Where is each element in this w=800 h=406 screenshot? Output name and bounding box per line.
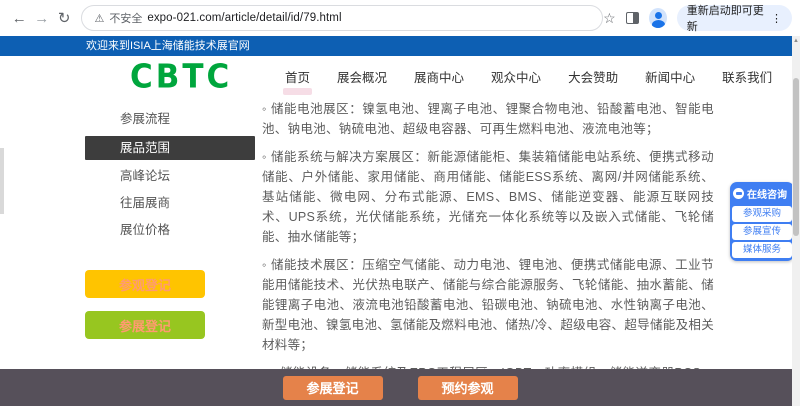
chat-bubble-icon — [733, 188, 744, 199]
menu-kebab-icon[interactable]: ⋮ — [771, 12, 782, 25]
online-consult-title: 在线咨询 — [747, 186, 787, 201]
sidebar-item-booth-price[interactable]: 展位价格 — [85, 217, 255, 244]
url-text[interactable]: expo-021.com/article/detail/id/79.html — [147, 12, 341, 24]
footer-visit-booking-button[interactable]: 预约参观 — [418, 376, 518, 400]
paragraph-battery-zone: ◦ 储能电池展区：镍氢电池、锂离子电池、锂聚合物电池、铅酸蓄电池、智能电池、钠电… — [262, 99, 714, 139]
nav-item-contact[interactable]: 联系我们 — [722, 67, 772, 86]
cbtc-logo[interactable]: CBTC — [130, 58, 232, 96]
sidebar-item-past-exhibitors[interactable]: 往届展商 — [85, 190, 255, 217]
chat-item-media-service[interactable]: 媒体服务 — [732, 242, 792, 258]
footer-exhibitor-register-button[interactable]: 参展登记 — [283, 376, 383, 400]
welcome-bar: 欢迎来到ISIA上海储能技术展官网 — [0, 36, 800, 56]
page-footer: 参展登记 预约参观 — [0, 369, 800, 406]
paragraph-systems-zone: ◦ 储能系统与解决方案展区：新能源储能柜、集装箱储能电站系统、便携式移动储能、户… — [262, 147, 714, 247]
nav-item-home[interactable]: 首页 — [285, 67, 310, 86]
not-secure-label: 不安全 — [109, 10, 142, 26]
page: ← → ↻ ⚠ 不安全 expo-021.com/article/detail/… — [0, 0, 800, 406]
sidebar-item-exhibit-scope[interactable]: 展品范围 — [85, 136, 255, 160]
bookmark-star-icon[interactable]: ☆ — [603, 10, 616, 27]
update-pill-label: 重新启动即可更新 — [687, 2, 765, 34]
chat-item-visit-procurement[interactable]: 参观采购 — [732, 206, 792, 222]
back-icon[interactable]: ← — [8, 6, 30, 30]
nav-item-sponsorship[interactable]: 大会赞助 — [568, 67, 618, 86]
sidebar: 参展流程 展品范围 高峰论坛 往届展商 展位价格 参观登记 参展登记 — [85, 106, 255, 244]
exhibitor-register-button[interactable]: 参展登记 — [85, 311, 205, 339]
nav-item-overview[interactable]: 展会概况 — [337, 67, 387, 86]
left-dock-widget[interactable] — [0, 148, 4, 214]
url-bar[interactable]: ⚠ 不安全 expo-021.com/article/detail/id/79.… — [81, 5, 603, 31]
online-consult-widget: 在线咨询 参观采购 参展宣传 媒体服务 — [730, 182, 794, 261]
visitor-register-button[interactable]: 参观登记 — [85, 270, 205, 298]
site-header: CBTC 首页 展会概况 展商中心 观众中心 大会赞助 新闻中心 联系我们 — [0, 56, 800, 96]
not-secure-warning-icon: ⚠ — [94, 12, 104, 25]
page-scrollbar[interactable]: ▲ — [792, 36, 800, 406]
profile-avatar[interactable] — [649, 8, 667, 28]
update-pill[interactable]: 重新启动即可更新 ⋮ — [677, 5, 792, 31]
scrollbar-up-arrow[interactable]: ▲ — [792, 36, 800, 46]
sidebar-item-summit-forum[interactable]: 高峰论坛 — [85, 163, 255, 190]
nav-item-visitor-center[interactable]: 观众中心 — [491, 67, 541, 86]
forward-icon[interactable]: → — [30, 6, 52, 30]
scrollbar-thumb[interactable] — [793, 78, 799, 236]
exhibit-scope-content: ◦ 储能电池展区：镍氢电池、锂离子电池、锂聚合物电池、铅酸蓄电池、智能电池、钠电… — [262, 99, 714, 406]
browser-chrome: ← → ↻ ⚠ 不安全 expo-021.com/article/detail/… — [0, 0, 800, 36]
sidebar-item-exhibit-process[interactable]: 参展流程 — [85, 106, 255, 133]
paragraph-technology-zone: ◦ 储能技术展区：压缩空气储能、动力电池、锂电池、便携式储能电源、工业节能用储能… — [262, 255, 714, 355]
nav-item-news-center[interactable]: 新闻中心 — [645, 67, 695, 86]
online-consult-header: 在线咨询 — [732, 184, 792, 204]
main-nav: 首页 展会概况 展商中心 观众中心 大会赞助 新闻中心 联系我们 — [285, 56, 772, 96]
nav-item-exhibitor-center[interactable]: 展商中心 — [414, 67, 464, 86]
chat-item-exhibit-promotion[interactable]: 参展宣传 — [732, 224, 792, 240]
reload-icon[interactable]: ↻ — [53, 6, 75, 30]
chrome-actions: ☆ 重新启动即可更新 ⋮ — [603, 5, 792, 31]
side-panel-icon[interactable] — [626, 12, 639, 24]
